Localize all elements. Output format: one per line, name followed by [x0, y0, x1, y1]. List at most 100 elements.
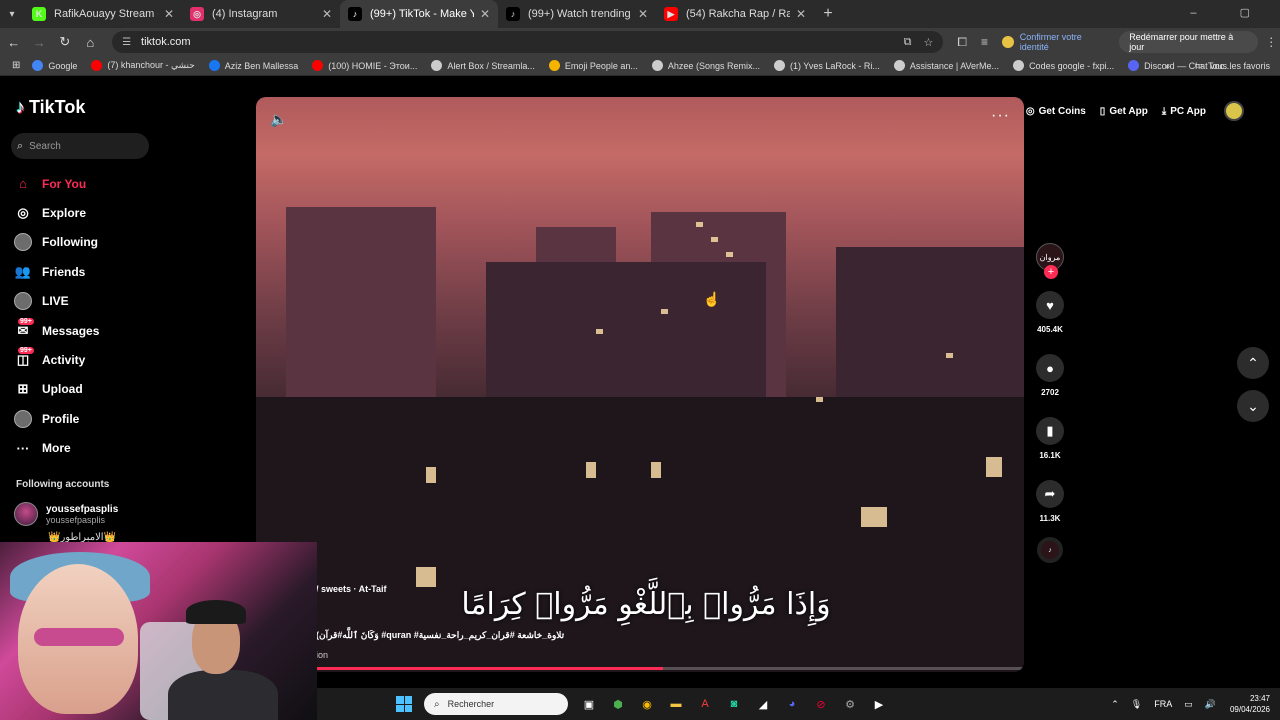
like-action[interactable]: ♥ 405.4K	[1035, 291, 1065, 334]
bookmark-star-icon[interactable]: ☆	[923, 36, 933, 49]
video-description-more[interactable]: ion	[316, 650, 328, 660]
extensions-icon[interactable]: ⧠	[957, 35, 967, 50]
windows-start-icon[interactable]	[396, 696, 412, 712]
adobe-icon[interactable]: A	[694, 693, 716, 715]
sidebar-item-messages[interactable]: ✉ Messages 99+	[14, 316, 99, 345]
tiktok-logo[interactable]: ♪ TikTok	[16, 97, 85, 118]
bookmark-item[interactable]: (100) HOMIE - Этои...	[312, 60, 417, 71]
previous-video-chevron-up-icon[interactable]: ⌃	[1237, 347, 1269, 379]
reading-list-icon[interactable]: ≡	[981, 35, 988, 49]
volume-icon[interactable]: 🔊	[1205, 699, 1216, 710]
close-tab-icon[interactable]: ✕	[638, 7, 648, 21]
all-bookmarks-folder[interactable]: ▭ Tous les favoris	[1194, 60, 1270, 71]
save-action[interactable]: ▮ 16.1K	[1035, 417, 1065, 460]
install-app-icon[interactable]: ⧉	[904, 36, 912, 49]
bookmark-item[interactable]: Emoji People an...	[548, 60, 638, 71]
sidebar-item-upload[interactable]: ⊞ Upload	[14, 375, 99, 404]
settings-gear-icon[interactable]: ⚙	[839, 693, 861, 715]
follow-plus-icon[interactable]: +	[1044, 265, 1058, 279]
forward-icon[interactable]: →	[28, 35, 52, 50]
close-tab-icon[interactable]: ✕	[480, 7, 490, 21]
home-button-icon[interactable]: ⌂	[79, 35, 103, 50]
sidebar-item-activity[interactable]: ◫ Activity 99+	[14, 345, 99, 374]
video-hashtags[interactable]: (وَكَانَ ٱللَّه#قرآن #quran #تلاوة_خاشعة…	[316, 630, 564, 641]
browser-tab[interactable]: ◎ (4) Instagram ✕	[182, 0, 340, 28]
share-count: 11.3K	[1039, 514, 1061, 523]
lit-window	[416, 567, 436, 587]
sidebar-item-explore[interactable]: ◎ Explore	[14, 198, 99, 227]
media-player-icon[interactable]: ▶	[868, 693, 890, 715]
identity-label: Confirmer votre identité	[1019, 32, 1082, 52]
bookmark-item[interactable]: Alert Box / Streamla...	[431, 60, 535, 71]
task-view-icon[interactable]: ▣	[578, 693, 600, 715]
browser-tab[interactable]: ♪ (99+) TikTok - Make Your Day ✕	[340, 0, 498, 28]
video-more-icon[interactable]: ···	[991, 107, 1010, 125]
creator-avatar[interactable]: مروان +	[1036, 243, 1064, 279]
bookmark-item[interactable]: (1) Yves LaRock - Ri...	[773, 60, 880, 71]
apps-grid-icon[interactable]: ⊞	[12, 60, 20, 71]
get-coins-button[interactable]: ◎ Get Coins	[1026, 106, 1086, 117]
volume-icon[interactable]: 🔈	[270, 111, 287, 128]
bookmark-item[interactable]: Ahzee (Songs Remix...	[651, 60, 760, 71]
reload-icon[interactable]: ↻	[53, 34, 77, 50]
language-indicator[interactable]: FRA	[1154, 699, 1172, 709]
sidebar-item-friends[interactable]: 👥 Friends	[14, 257, 99, 286]
tab-search-icon[interactable]: ▾	[0, 0, 24, 28]
profile-avatar[interactable]	[1224, 101, 1244, 121]
friends-icon: 👥	[14, 263, 32, 279]
chrome-icon[interactable]: ◉	[636, 693, 658, 715]
sidebar-item-following[interactable]: Following	[14, 228, 99, 257]
taskbar-search-input[interactable]: ⌕ Rechercher	[424, 693, 568, 715]
close-tab-icon[interactable]: ✕	[796, 7, 806, 21]
bookmark-item[interactable]: Assistance | AVerMe...	[893, 60, 999, 71]
tray-chevron-up-icon[interactable]: ⌃	[1111, 699, 1119, 710]
bookmark-item[interactable]: Google	[32, 60, 77, 71]
close-tab-icon[interactable]: ✕	[164, 7, 174, 21]
video-progress-bar[interactable]	[256, 667, 1024, 670]
sidebar-item-for-you[interactable]: ⌂ For You	[14, 169, 99, 198]
app-icon[interactable]: ⊘	[810, 693, 832, 715]
streamlabs-icon[interactable]: ◢	[752, 693, 774, 715]
tab-favicon-icon: ◎	[190, 7, 204, 21]
browser-tab[interactable]: ♪ (99+) Watch trending videos fo ✕	[498, 0, 656, 28]
following-account-item[interactable]: youssefpasplis youssefpasplis	[14, 502, 118, 526]
search-input[interactable]: ⌕ Search	[11, 133, 149, 159]
window-controls[interactable]: – ▢	[1190, 6, 1270, 19]
bookmarks-more-icon[interactable]: »	[1165, 61, 1170, 71]
sidebar-item-live[interactable]: LIVE	[14, 287, 99, 316]
bookmark-icon[interactable]: ▮	[1036, 417, 1064, 445]
close-tab-icon[interactable]: ✕	[322, 7, 332, 21]
browser-tab[interactable]: K RafikAouayy Stream - Watch Li ✕	[24, 0, 182, 28]
comment-icon[interactable]: ●	[1036, 354, 1064, 382]
video-author[interactable]: / sweets · At-Taif	[316, 584, 387, 594]
new-tab-button[interactable]: +	[814, 0, 842, 28]
file-explorer-icon[interactable]: ▬	[665, 693, 687, 715]
clock[interactable]: 23:47 09/04/2026	[1230, 693, 1270, 715]
identity-prompt[interactable]: Confirmer votre identité	[1001, 32, 1111, 52]
share-action[interactable]: ➦ 11.3K	[1035, 480, 1065, 523]
pc-app-button[interactable]: ⤓ PC App	[1162, 106, 1206, 117]
bookmark-item[interactable]: (7) khanchour - حنشي	[91, 60, 195, 71]
share-icon[interactable]: ➦	[1036, 480, 1064, 508]
bookmark-item[interactable]: Codes google - fxpi...	[1013, 60, 1114, 71]
get-app-button[interactable]: ▯ Get App	[1100, 106, 1148, 117]
app-icon[interactable]: ◙	[723, 693, 745, 715]
browser-menu-icon[interactable]: ⋮	[1262, 35, 1280, 49]
browser-tab[interactable]: ▶ (54) Rakcha Rap / Rakcha Prod ✕	[656, 0, 814, 28]
video-player[interactable]: 🔈 ··· ☝ / sweets · At-Taif وَإِذَا مَرُّ…	[256, 97, 1024, 672]
comment-action[interactable]: ● 2702	[1035, 354, 1065, 397]
url-input[interactable]: ☰ tiktok.com ⧉ ☆	[112, 31, 944, 53]
next-video-chevron-down-icon[interactable]: ⌄	[1237, 390, 1269, 422]
music-disc-icon[interactable]: ♪	[1037, 537, 1063, 563]
site-info-icon[interactable]: ☰	[122, 37, 131, 48]
network-icon[interactable]: ▭	[1184, 699, 1193, 710]
restart-update-button[interactable]: Redémarrer pour mettre à jour	[1119, 31, 1259, 53]
heart-icon[interactable]: ♥	[1036, 291, 1064, 319]
sidebar-item-profile[interactable]: Profile	[14, 404, 99, 433]
obs-icon[interactable]: ⬢	[607, 693, 629, 715]
back-icon[interactable]: ←	[2, 35, 26, 50]
microphone-icon[interactable]: 🎙	[1131, 699, 1142, 710]
sidebar-item-more[interactable]: ··· More	[14, 434, 99, 463]
bookmark-item[interactable]: Aziz Ben Mallessa	[208, 60, 298, 71]
discord-icon[interactable]: ◕	[781, 693, 803, 715]
